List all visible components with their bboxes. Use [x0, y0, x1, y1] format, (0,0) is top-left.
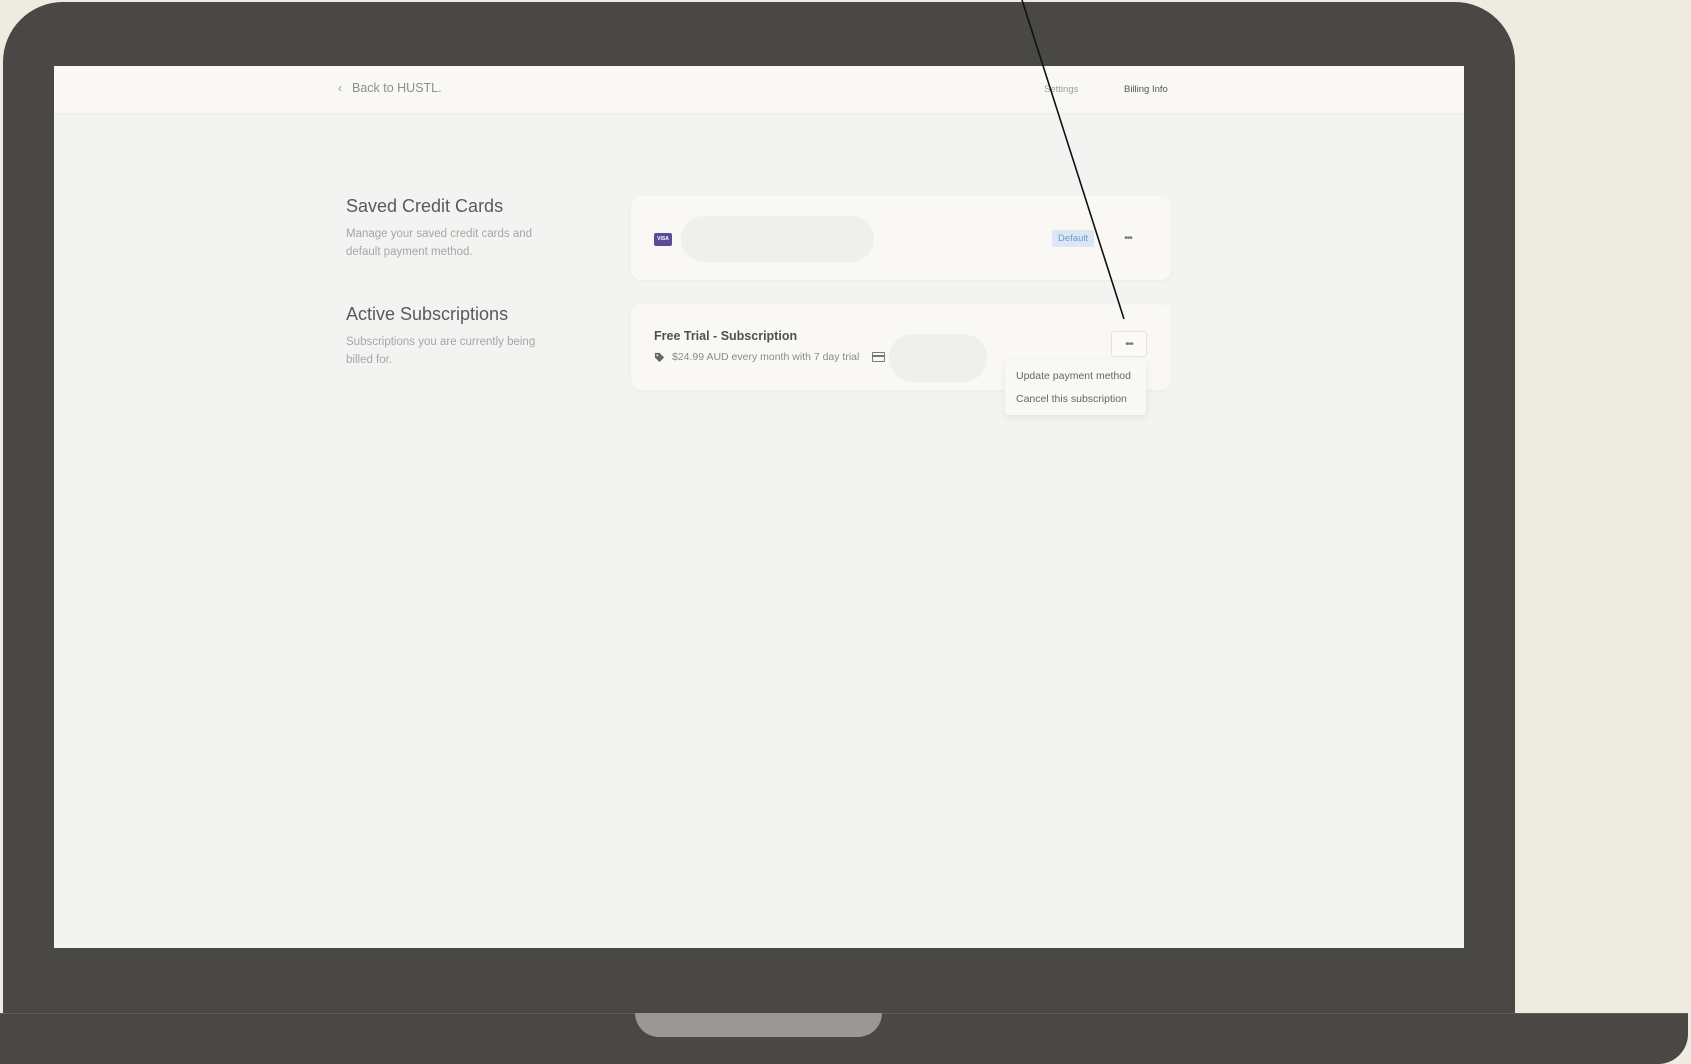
subscription-name: Free Trial - Subscription — [654, 329, 798, 343]
menu-update-payment-method[interactable]: Update payment method — [1005, 365, 1146, 388]
subscriptions-description: Subscriptions you are currently being bi… — [346, 336, 536, 366]
default-badge: Default — [1052, 230, 1095, 247]
subscription-more-button[interactable]: ••• — [1111, 331, 1147, 357]
chevron-left-icon: ‹ — [338, 81, 342, 95]
back-link[interactable]: ‹ Back to HUSTL. — [338, 81, 442, 95]
saved-card-item: VISA Default ••• — [631, 196, 1171, 280]
masked-card-number — [681, 216, 874, 262]
menu-cancel-subscription[interactable]: Cancel this subscription — [1005, 388, 1146, 411]
subscription-details: $24.99 AUD every month with 7 day trial — [654, 351, 886, 363]
app-screen: ‹ Back to HUSTL. Settings Billing Info S… — [54, 66, 1464, 948]
back-link-label: Back to HUSTL. — [352, 81, 442, 95]
saved-cards-description: Manage your saved credit cards and defau… — [346, 228, 533, 258]
more-icon: ••• — [1125, 338, 1133, 350]
laptop-notch — [635, 1013, 882, 1037]
price-tag-icon — [654, 352, 665, 362]
credit-card-icon — [872, 352, 886, 362]
visa-icon: VISA — [654, 233, 672, 246]
subscriptions-title: Active Subscriptions — [346, 304, 509, 324]
subscription-price: $24.99 AUD every month with 7 day trial — [672, 351, 860, 363]
masked-payment-method — [889, 334, 987, 382]
saved-cards-title: Saved Credit Cards — [346, 196, 504, 216]
card-more-button[interactable]: ••• — [1111, 226, 1145, 250]
more-icon: ••• — [1124, 232, 1132, 244]
subscription-actions-menu: Update payment method Cancel this subscr… — [1005, 361, 1146, 415]
nav-billing-info[interactable]: Billing Info — [1124, 84, 1168, 95]
nav-settings[interactable]: Settings — [1044, 84, 1078, 95]
top-bar: ‹ Back to HUSTL. Settings Billing Info — [54, 66, 1464, 114]
